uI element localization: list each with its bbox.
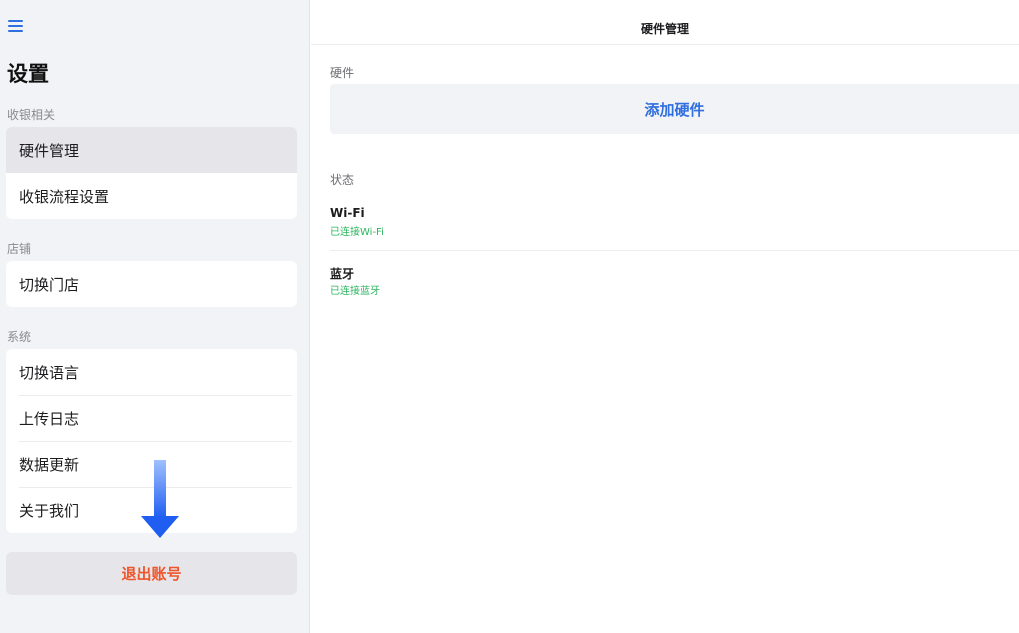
logout-button[interactable]: 退出账号 [6, 552, 297, 595]
sidebar-item-label: 收银流程设置 [19, 187, 110, 206]
status-value: 已连接蓝牙 [330, 286, 380, 297]
page-title: 硬件管理 [640, 21, 689, 36]
status-name: Wi-Fi [330, 206, 365, 220]
sidebar-item-upload-logs[interactable]: 上传日志 [6, 395, 297, 441]
settings-group-cashier: 硬件管理 收银流程设置 [6, 127, 297, 219]
sidebar-item-label: 数据更新 [19, 455, 80, 474]
sidebar-item-language[interactable]: 切换语言 [6, 349, 297, 395]
sidebar-item-label: 切换门店 [19, 275, 80, 294]
down-arrow-icon [141, 460, 179, 538]
sidebar: 设置 收银相关 硬件管理 收银流程设置 店铺 切换门店 系统 切换语言 上传日志… [0, 0, 310, 633]
status-item-bluetooth: 蓝牙 已连接蓝牙 [330, 251, 1019, 309]
sidebar-item-label: 上传日志 [19, 409, 80, 428]
status-item-wifi: Wi-Fi 已连接Wi-Fi [330, 192, 1019, 250]
status-name: 蓝牙 [330, 267, 355, 281]
top-bar: 硬件管理 [311, 0, 1019, 45]
section-label-cashier: 收银相关 [7, 108, 56, 122]
hamburger-menu-icon[interactable] [8, 20, 23, 34]
logout-label: 退出账号 [121, 565, 182, 583]
sidebar-item-switch-store[interactable]: 切换门店 [6, 261, 297, 307]
sidebar-item-checkout-flow[interactable]: 收银流程设置 [6, 173, 297, 219]
settings-group-store: 切换门店 [6, 261, 297, 307]
add-hardware-label: 添加硬件 [644, 100, 705, 119]
add-hardware-button[interactable]: 添加硬件 [330, 84, 1019, 134]
hardware-section-label: 硬件 [330, 66, 355, 80]
sidebar-item-label: 硬件管理 [19, 141, 80, 160]
status-value: 已连接Wi-Fi [330, 227, 384, 238]
main-panel: 硬件管理 硬件 添加硬件 状态 Wi-Fi 已连接Wi-Fi 蓝牙 已连接蓝牙 [311, 0, 1019, 633]
sidebar-item-label: 切换语言 [19, 363, 80, 382]
status-section-label: 状态 [330, 173, 355, 187]
sidebar-item-hardware[interactable]: 硬件管理 [6, 127, 297, 173]
section-label-system: 系统 [7, 330, 32, 344]
sidebar-title: 设置 [7, 62, 49, 86]
section-label-store: 店铺 [7, 242, 32, 256]
sidebar-item-label: 关于我们 [19, 501, 80, 520]
